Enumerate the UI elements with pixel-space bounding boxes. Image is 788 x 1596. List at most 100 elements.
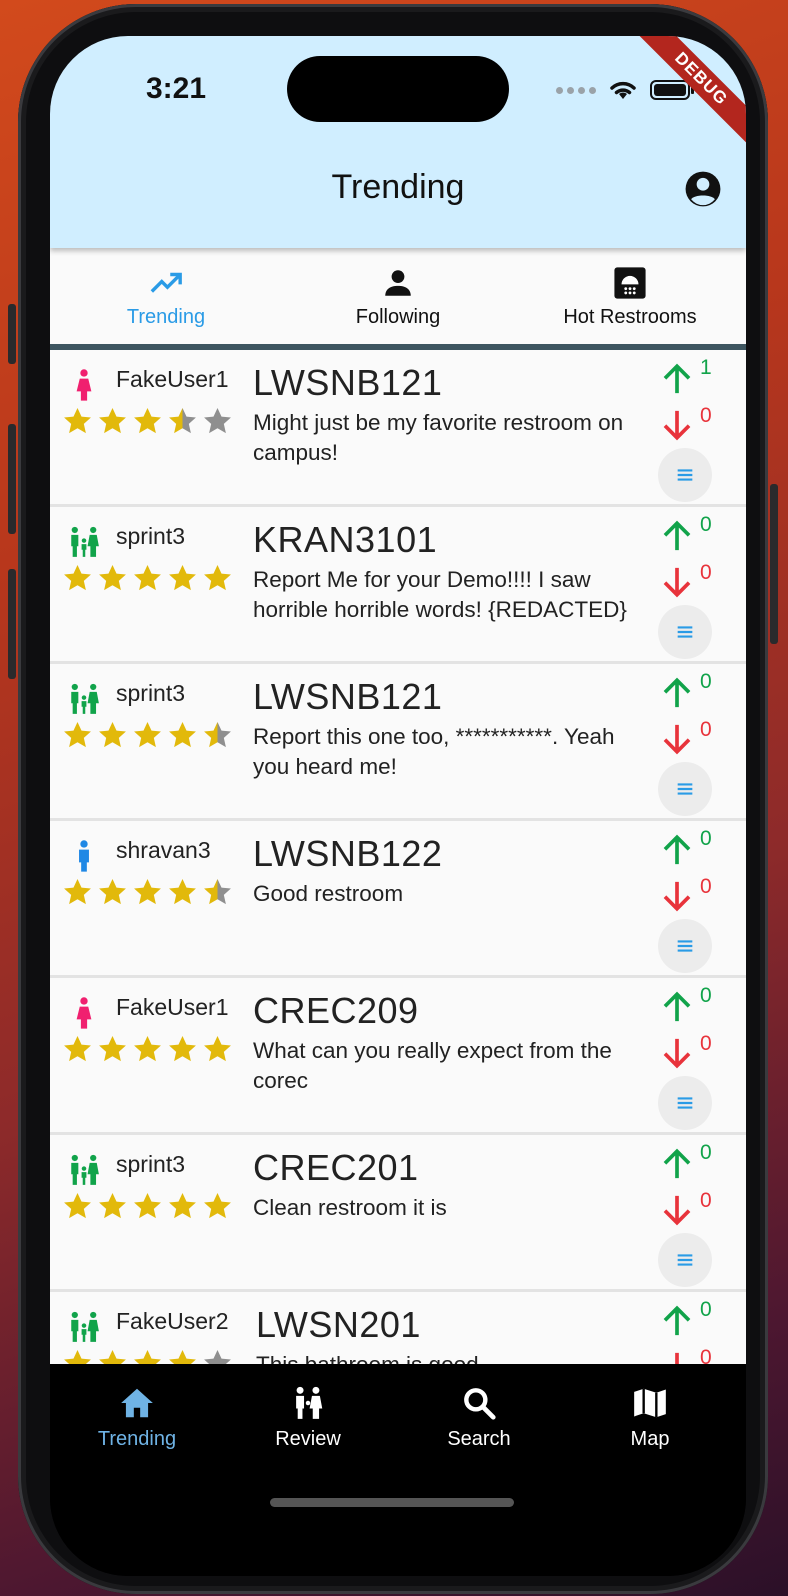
downvote-icon[interactable] bbox=[660, 408, 694, 442]
upvote-icon[interactable] bbox=[660, 1147, 694, 1181]
upvote-icon[interactable] bbox=[660, 362, 694, 396]
signal-icon bbox=[556, 86, 596, 94]
review-menu-button[interactable] bbox=[658, 448, 712, 502]
review-text: Might just be my favorite restroom on ca… bbox=[253, 410, 624, 465]
upvote-icon[interactable] bbox=[660, 833, 694, 867]
tab-hot-restrooms[interactable]: Hot Restrooms bbox=[514, 248, 746, 344]
upvote-icon[interactable] bbox=[660, 1304, 694, 1338]
home-indicator[interactable] bbox=[270, 1498, 514, 1507]
side-button bbox=[8, 304, 16, 364]
star-icon bbox=[99, 878, 126, 905]
rating-stars bbox=[62, 406, 233, 437]
woman-icon bbox=[76, 997, 92, 1029]
review-text: Report Me for your Demo!!!! I saw horrib… bbox=[253, 567, 627, 622]
family-restroom-icon bbox=[71, 1154, 99, 1185]
upvote-count: 0 bbox=[700, 1298, 712, 1321]
nav-label: Search bbox=[447, 1428, 511, 1450]
star-icon bbox=[99, 1035, 126, 1062]
star-icon bbox=[134, 1192, 161, 1219]
nav-search[interactable]: Search bbox=[392, 1384, 566, 1451]
star-icon bbox=[64, 878, 91, 905]
person-icon bbox=[385, 270, 411, 296]
upvote-icon[interactable] bbox=[660, 519, 694, 553]
star-icon bbox=[204, 564, 231, 591]
review-card[interactable]: sprint3 KRAN3101 Report Me for your Demo… bbox=[50, 507, 746, 661]
status-time: 3:21 bbox=[146, 72, 207, 105]
menu-icon bbox=[677, 783, 693, 795]
page-title: Trending bbox=[331, 168, 465, 206]
star-icon bbox=[169, 564, 196, 591]
downvote-icon[interactable] bbox=[660, 879, 694, 913]
downvote-icon[interactable] bbox=[660, 1193, 694, 1227]
review-list[interactable]: FakeUser1 LWSNB121 Might just be my favo… bbox=[50, 350, 746, 1364]
review-card[interactable]: FakeUser1 CREC209 What can you really ex… bbox=[50, 978, 746, 1132]
review-card[interactable]: shravan3 LWSNB122 Good restroom 0 0 bbox=[50, 821, 746, 975]
map-icon bbox=[634, 1388, 666, 1418]
account-circle-icon[interactable] bbox=[684, 170, 722, 208]
tab-following[interactable]: Following bbox=[282, 248, 514, 344]
downvote-icon[interactable] bbox=[660, 1350, 694, 1364]
user-gender-icon bbox=[64, 1153, 104, 1187]
upvote-icon[interactable] bbox=[660, 990, 694, 1024]
review-card[interactable]: sprint3 CREC201 Clean restroom it is 0 0 bbox=[50, 1135, 746, 1289]
review-username[interactable]: sprint3 bbox=[116, 1151, 185, 1178]
star-icon bbox=[99, 407, 126, 434]
side-button bbox=[8, 569, 16, 679]
star-icon bbox=[204, 1349, 231, 1364]
battery-icon bbox=[650, 80, 694, 100]
restroom-code[interactable]: KRAN3101 bbox=[253, 519, 437, 561]
menu-icon bbox=[677, 626, 693, 638]
review-menu-button[interactable] bbox=[658, 1233, 712, 1287]
review-username[interactable]: sprint3 bbox=[116, 523, 185, 550]
nav-map[interactable]: Map bbox=[563, 1384, 737, 1451]
rating-stars bbox=[62, 1034, 233, 1065]
upvote-icon[interactable] bbox=[660, 676, 694, 710]
rating-stars bbox=[62, 563, 233, 594]
star-icon bbox=[204, 878, 231, 905]
review-menu-button[interactable] bbox=[658, 1076, 712, 1130]
review-card[interactable]: sprint3 LWSNB121 Report this one too, **… bbox=[50, 664, 746, 818]
review-card[interactable]: FakeUser1 LWSNB121 Might just be my favo… bbox=[50, 350, 746, 504]
dynamic-island bbox=[287, 56, 509, 122]
star-icon bbox=[204, 1035, 231, 1062]
menu-icon bbox=[677, 940, 693, 952]
review-menu-button[interactable] bbox=[658, 762, 712, 816]
review-text: What can you really expect from the core… bbox=[253, 1038, 612, 1093]
nav-trending[interactable]: Trending bbox=[50, 1384, 224, 1451]
tab-trending[interactable]: Trending bbox=[50, 248, 282, 344]
user-gender-icon bbox=[64, 839, 104, 873]
review-username[interactable]: FakeUser1 bbox=[116, 366, 228, 393]
downvote-icon[interactable] bbox=[660, 565, 694, 599]
restroom-code[interactable]: LWSNB122 bbox=[253, 833, 442, 875]
review-menu-button[interactable] bbox=[658, 919, 712, 973]
review-card[interactable]: FakeUser2 LWSN201 This bathroom is good … bbox=[50, 1292, 746, 1364]
star-icon bbox=[64, 721, 91, 748]
tab-label: Hot Restrooms bbox=[563, 306, 697, 328]
star-icon bbox=[204, 407, 231, 434]
star-icon bbox=[204, 721, 231, 748]
star-icon bbox=[134, 1349, 161, 1364]
woman-icon bbox=[76, 369, 92, 401]
upvote-count: 0 bbox=[700, 670, 712, 693]
downvote-count: 0 bbox=[700, 718, 712, 741]
review-username[interactable]: sprint3 bbox=[116, 680, 185, 707]
restroom-code[interactable]: CREC209 bbox=[253, 990, 419, 1032]
restroom-code[interactable]: LWSN201 bbox=[256, 1304, 421, 1346]
review-text: Report this one too, ***********. Yeah y… bbox=[253, 724, 615, 779]
nav-review[interactable]: Review bbox=[221, 1384, 395, 1451]
star-icon bbox=[134, 878, 161, 905]
menu-icon bbox=[677, 469, 693, 481]
review-username[interactable]: shravan3 bbox=[116, 837, 211, 864]
review-menu-button[interactable] bbox=[658, 605, 712, 659]
restroom-code[interactable]: LWSNB121 bbox=[253, 676, 442, 718]
restroom-code[interactable]: LWSNB121 bbox=[253, 362, 442, 404]
top-tab-bar: Trending Following Hot Restrooms bbox=[50, 248, 746, 350]
upvote-count: 0 bbox=[700, 984, 712, 1007]
restroom-code[interactable]: CREC201 bbox=[253, 1147, 419, 1189]
downvote-icon[interactable] bbox=[660, 1036, 694, 1070]
downvote-icon[interactable] bbox=[660, 722, 694, 756]
review-username[interactable]: FakeUser2 bbox=[116, 1308, 228, 1335]
star-icon bbox=[64, 564, 91, 591]
user-gender-icon bbox=[64, 368, 104, 402]
review-username[interactable]: FakeUser1 bbox=[116, 994, 228, 1021]
